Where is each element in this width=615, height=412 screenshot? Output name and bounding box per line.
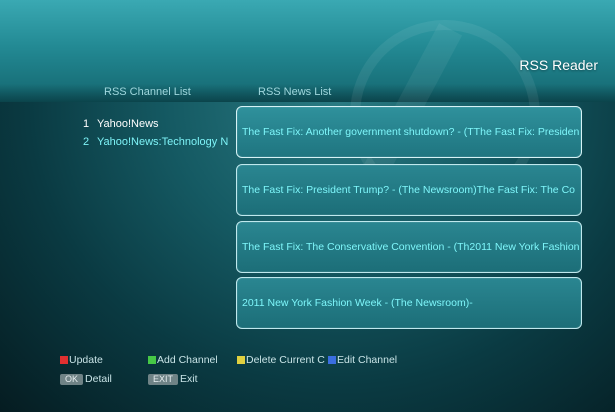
channel-number: 2 xyxy=(83,136,90,148)
channel-item-yahoo-news[interactable]: 1 Yahoo!News xyxy=(83,115,228,133)
channel-name: Yahoo!News:Technology N xyxy=(97,136,229,148)
update-label: Update xyxy=(69,354,103,366)
yellow-key-icon xyxy=(237,356,245,364)
add-channel-label: Add Channel xyxy=(157,354,218,366)
channel-number: 1 xyxy=(83,118,90,130)
exit-button[interactable]: EXIT Exit xyxy=(148,373,198,385)
exit-key-icon: EXIT xyxy=(148,374,179,385)
news-item[interactable]: 2011 New York Fashion Week - (The Newsro… xyxy=(236,277,582,329)
delete-label: Delete Current C xyxy=(246,354,325,366)
detail-button[interactable]: OK Detail xyxy=(60,373,112,385)
blue-key-icon xyxy=(328,356,336,364)
channel-name: Yahoo!News xyxy=(97,118,159,130)
news-item[interactable]: The Fast Fix: Another government shutdow… xyxy=(236,106,582,158)
channel-list-heading: RSS Channel List xyxy=(104,86,191,98)
update-button[interactable]: Update xyxy=(60,354,103,366)
news-item[interactable]: The Fast Fix: The Conservative Conventio… xyxy=(236,221,582,273)
add-channel-button[interactable]: Add Channel xyxy=(148,354,218,366)
green-key-icon xyxy=(148,356,156,364)
ok-key-icon: OK xyxy=(60,374,84,385)
exit-label: Exit xyxy=(180,373,198,385)
channel-item-yahoo-technology[interactable]: 2 Yahoo!News:Technology N xyxy=(83,133,228,151)
news-list-heading: RSS News List xyxy=(258,86,332,98)
edit-channel-button[interactable]: Edit Channel xyxy=(328,354,397,366)
delete-channel-button[interactable]: Delete Current C xyxy=(237,354,325,366)
page-title: RSS Reader xyxy=(519,57,598,73)
red-key-icon xyxy=(60,356,68,364)
detail-label: Detail xyxy=(85,373,112,385)
news-item[interactable]: The Fast Fix: President Trump? - (The Ne… xyxy=(236,164,582,216)
channel-list: 1 Yahoo!News 2 Yahoo!News:Technology N xyxy=(83,115,228,151)
edit-channel-label: Edit Channel xyxy=(337,354,398,366)
